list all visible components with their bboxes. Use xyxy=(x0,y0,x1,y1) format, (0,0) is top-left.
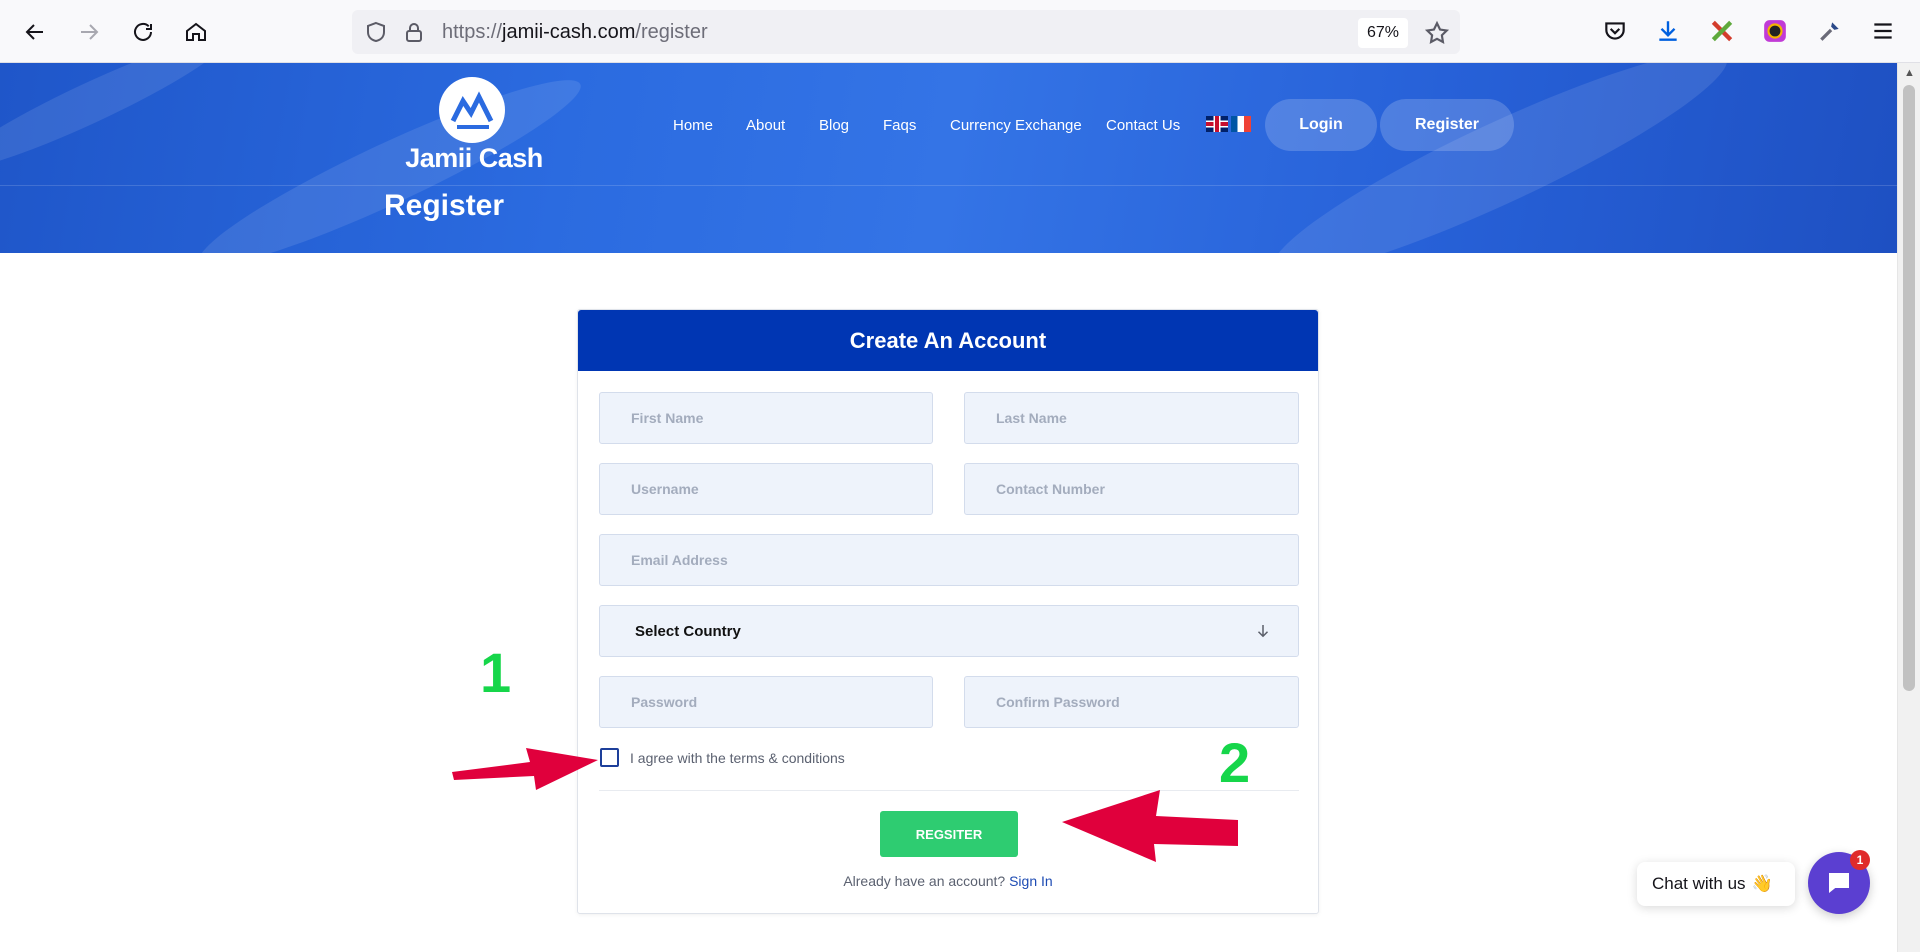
terms-checkbox[interactable] xyxy=(600,748,619,767)
last-name-input[interactable] xyxy=(964,392,1299,444)
back-button[interactable] xyxy=(17,14,53,50)
email-input[interactable] xyxy=(599,534,1299,586)
site-header-banner: Jamii Cash Home About Blog Faqs Currency… xyxy=(0,63,1897,253)
first-name-input[interactable] xyxy=(599,392,933,444)
logo-mark xyxy=(439,77,505,143)
waving-hand-icon: 👋 xyxy=(1751,874,1773,893)
register-submit-button[interactable]: REGSITER xyxy=(880,811,1018,857)
terms-label[interactable]: I agree with the terms & conditions xyxy=(630,750,845,766)
country-select-label: Select Country xyxy=(635,623,741,640)
logo-wordmark: Jamii Cash xyxy=(405,143,543,173)
url-path: /register xyxy=(635,21,708,43)
site-logo[interactable]: Jamii Cash xyxy=(404,77,544,187)
annotation-number-2: 2 xyxy=(1219,731,1251,794)
confirm-password-input[interactable] xyxy=(964,676,1299,728)
reload-button[interactable] xyxy=(125,14,161,50)
annotation-arrow-left-icon xyxy=(1062,790,1238,862)
france-flag-icon[interactable] xyxy=(1231,116,1251,132)
contact-number-input[interactable] xyxy=(964,463,1299,515)
lock-icon[interactable] xyxy=(402,20,426,44)
pocket-icon xyxy=(1605,22,1625,40)
nav-faqs[interactable]: Faqs xyxy=(883,117,916,134)
eyedropper-icon xyxy=(1820,22,1839,41)
form-heading: Create An Account xyxy=(578,310,1318,371)
nav-blog[interactable]: Blog xyxy=(819,117,849,134)
browser-toolbar: https://jamii-cash.com/register 67% xyxy=(0,0,1920,63)
bookmark-star-icon[interactable] xyxy=(1424,20,1450,46)
password-input[interactable] xyxy=(599,676,933,728)
shield-icon[interactable] xyxy=(364,20,388,44)
jamii-cash-logo-icon xyxy=(450,91,494,129)
crossed-tools-icon xyxy=(1711,20,1733,42)
scroll-up-arrow-icon[interactable]: ▲ xyxy=(1904,67,1915,79)
signin-prompt: Already have an account? xyxy=(843,873,1006,889)
uk-flag-icon[interactable] xyxy=(1206,116,1228,132)
downloads-button[interactable] xyxy=(1653,16,1683,46)
address-bar[interactable]: https://jamii-cash.com/register 67% xyxy=(352,10,1460,54)
country-select[interactable]: Select Country xyxy=(599,605,1299,657)
url-scheme: https:// xyxy=(442,21,503,43)
annotation-arrow-right-icon xyxy=(452,748,598,790)
forward-button[interactable] xyxy=(71,14,107,50)
hamburger-menu-icon xyxy=(1874,23,1892,39)
forward-arrow-icon xyxy=(81,24,99,40)
url-host: jamii-cash.com xyxy=(502,21,636,43)
page-scrollbar[interactable]: ▲ xyxy=(1897,63,1920,952)
decorative-streak xyxy=(1256,63,1744,253)
url-text[interactable]: https://jamii-cash.com/register xyxy=(442,21,708,44)
scrollbar-thumb[interactable] xyxy=(1903,85,1915,691)
header-divider xyxy=(0,185,1897,186)
chat-unread-badge: 1 xyxy=(1850,850,1870,870)
home-icon xyxy=(186,22,206,41)
extension-color-button[interactable] xyxy=(1760,16,1790,46)
signin-row: Already have an account? Sign In xyxy=(578,873,1318,889)
color-ring-icon xyxy=(1764,20,1786,42)
download-icon xyxy=(1659,21,1677,41)
page-title: Register xyxy=(384,189,505,222)
language-switcher[interactable] xyxy=(1206,116,1254,134)
reload-icon xyxy=(134,22,152,41)
annotation-number-1: 1 xyxy=(480,641,512,704)
nav-contact-us[interactable]: Contact Us xyxy=(1106,117,1180,134)
decorative-streak xyxy=(0,63,235,185)
nav-currency-exchange[interactable]: Currency Exchange xyxy=(950,117,1082,134)
register-nav-button[interactable]: Register xyxy=(1380,99,1514,151)
app-menu-button[interactable] xyxy=(1868,16,1898,46)
home-button[interactable] xyxy=(178,14,214,50)
username-input[interactable] xyxy=(599,463,933,515)
signin-link[interactable]: Sign In xyxy=(1009,873,1053,889)
nav-home[interactable]: Home xyxy=(673,117,713,134)
back-arrow-icon xyxy=(25,24,43,40)
chat-bubble-icon xyxy=(1829,873,1849,893)
chat-label: Chat with us xyxy=(1652,874,1746,893)
login-button[interactable]: Login xyxy=(1265,99,1377,151)
eyedropper-button[interactable] xyxy=(1815,16,1845,46)
zoom-level-badge[interactable]: 67% xyxy=(1358,18,1408,48)
arrow-down-icon xyxy=(1257,625,1269,638)
pocket-button[interactable] xyxy=(1600,16,1630,46)
extension-x-button[interactable] xyxy=(1707,16,1737,46)
nav-about[interactable]: About xyxy=(746,117,785,134)
chat-with-us-bubble[interactable]: Chat with us 👋 xyxy=(1637,862,1795,906)
